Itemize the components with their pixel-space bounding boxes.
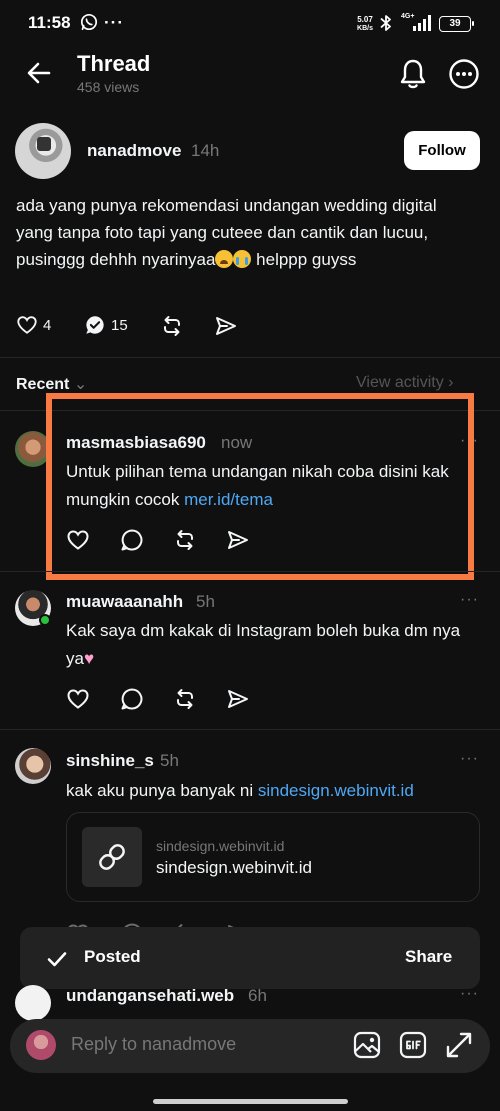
status-bar: 11:58 ··· 5.07 KB/s 4G+ 39 bbox=[0, 0, 500, 48]
avatar bbox=[26, 1030, 56, 1060]
avatar[interactable] bbox=[15, 123, 71, 179]
reply-username[interactable]: sinshine_s bbox=[66, 751, 154, 771]
reply-text: Kak saya dm kakak di Instagram boleh buk… bbox=[66, 621, 461, 668]
more-dots-icon[interactable]: ··· bbox=[460, 591, 479, 609]
divider bbox=[0, 729, 500, 730]
chevron-down-icon: ⌄ bbox=[73, 376, 88, 393]
avatar[interactable] bbox=[15, 748, 51, 784]
more-dots-icon[interactable]: ··· bbox=[460, 985, 479, 1003]
more-dots-icon: ··· bbox=[104, 13, 124, 32]
tired-face-emoji bbox=[215, 250, 234, 268]
reply-username[interactable]: undangansehati.web bbox=[66, 986, 234, 1006]
like-button[interactable]: 4 bbox=[16, 314, 51, 336]
share-button[interactable] bbox=[214, 314, 238, 338]
comment-icon bbox=[121, 688, 143, 710]
link-icon bbox=[82, 827, 142, 887]
reply-time: 5h bbox=[196, 592, 215, 611]
whatsapp-icon bbox=[80, 13, 98, 31]
repost-button[interactable] bbox=[173, 687, 197, 711]
toast-message: Posted bbox=[84, 947, 141, 966]
reply-input[interactable]: Reply to nanadmove bbox=[71, 1034, 236, 1055]
repost-button[interactable] bbox=[160, 314, 184, 338]
send-icon bbox=[228, 690, 248, 708]
bluetooth-icon bbox=[378, 13, 394, 33]
back-arrow-icon[interactable] bbox=[26, 60, 52, 86]
divider bbox=[0, 571, 500, 572]
expand-icon[interactable] bbox=[444, 1030, 474, 1060]
toast-share-button[interactable]: Share bbox=[405, 947, 452, 967]
checkmark-icon bbox=[45, 947, 69, 971]
heart-icon bbox=[67, 689, 89, 709]
page-title: Thread bbox=[77, 51, 151, 76]
image-icon[interactable] bbox=[352, 1030, 382, 1060]
heart-icon bbox=[17, 316, 37, 334]
link-card-title: sindesign.webinvit.id bbox=[156, 858, 312, 877]
post-username[interactable]: nanadmove bbox=[87, 141, 181, 161]
like-button[interactable] bbox=[66, 687, 90, 711]
link-card-domain: sindesign.webinvit.id bbox=[156, 838, 285, 854]
reply-actions bbox=[66, 687, 256, 713]
crying-face-emoji bbox=[233, 250, 252, 268]
more-icon[interactable] bbox=[448, 58, 480, 90]
divider bbox=[0, 357, 500, 358]
bell-icon[interactable] bbox=[398, 58, 428, 90]
reply-text: kak aku punya banyak ni sindesign.webinv… bbox=[66, 781, 414, 800]
repost-icon bbox=[164, 316, 180, 336]
gif-icon[interactable] bbox=[398, 1030, 428, 1060]
pink-heart-emoji: ♥ bbox=[83, 649, 95, 668]
like-count: 4 bbox=[43, 316, 52, 334]
avatar[interactable] bbox=[15, 985, 51, 1021]
repost-icon bbox=[177, 689, 193, 709]
send-icon bbox=[216, 317, 236, 335]
share-button[interactable] bbox=[226, 687, 250, 711]
more-dots-icon[interactable]: ··· bbox=[460, 750, 479, 768]
reply-username[interactable]: muawaaanahh bbox=[66, 592, 183, 612]
reply-link[interactable]: sindesign.webinvit.id bbox=[258, 781, 414, 800]
reply-time: 5h bbox=[160, 751, 179, 770]
battery-icon: 39 bbox=[439, 16, 474, 32]
post-time: 14h bbox=[191, 141, 220, 160]
post-actions: 4 15 bbox=[16, 314, 276, 340]
reply-count: 15 bbox=[111, 316, 128, 334]
net-speed: 5.07 KB/s bbox=[357, 15, 373, 32]
view-activity-link[interactable]: View activity › bbox=[356, 374, 454, 392]
view-count: 458 views bbox=[77, 79, 140, 95]
post-text: ada yang punya rekomendasi undangan wedd… bbox=[16, 196, 437, 269]
highlight-box bbox=[46, 393, 474, 580]
online-status-dot bbox=[39, 614, 51, 626]
status-time: 11:58 bbox=[28, 13, 71, 32]
reply-button[interactable] bbox=[120, 687, 144, 711]
reply-button[interactable]: 15 bbox=[84, 314, 128, 336]
follow-button[interactable]: Follow bbox=[404, 131, 480, 170]
sort-dropdown[interactable]: Recent ⌄ bbox=[16, 374, 87, 394]
reply-time: 6h bbox=[248, 986, 267, 1005]
reply-check-icon bbox=[86, 316, 104, 334]
signal-icon bbox=[412, 14, 434, 32]
home-indicator bbox=[153, 1099, 348, 1104]
